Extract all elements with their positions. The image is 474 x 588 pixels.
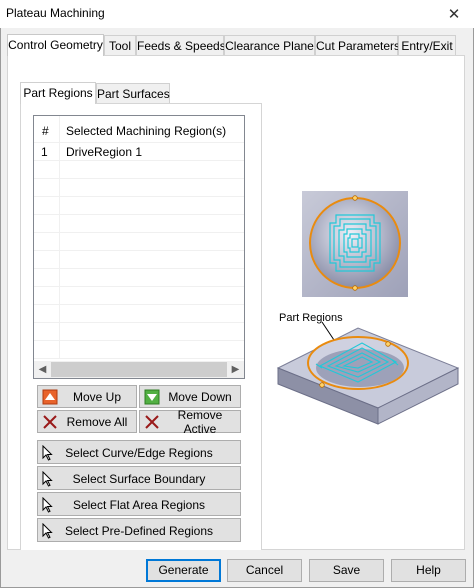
title-bar: Plateau Machining ✕ bbox=[0, 0, 474, 28]
select-predefined-button[interactable]: Select Pre-Defined Regions bbox=[37, 518, 241, 542]
arrow-down-icon bbox=[144, 389, 160, 405]
iso-view-illustration bbox=[276, 321, 460, 425]
tab-feeds-speeds[interactable]: Feeds & Speeds bbox=[136, 35, 226, 55]
select-flat-area-button[interactable]: Select Flat Area Regions bbox=[37, 492, 241, 516]
help-button[interactable]: Help bbox=[391, 559, 466, 582]
generate-button[interactable]: Generate bbox=[146, 559, 221, 582]
tab-part-surfaces[interactable]: Part Surfaces bbox=[96, 83, 170, 103]
remove-x-icon bbox=[145, 415, 159, 429]
tab-control-geometry[interactable]: Control Geometry bbox=[7, 34, 104, 56]
window-title: Plateau Machining bbox=[6, 6, 105, 20]
tab-tool[interactable]: Tool bbox=[104, 35, 136, 55]
move-up-label: Move Up bbox=[72, 389, 122, 404]
top-view-illustration bbox=[302, 191, 408, 297]
close-icon[interactable]: ✕ bbox=[434, 0, 474, 28]
table-row[interactable]: 1 DriveRegion 1 bbox=[34, 142, 244, 161]
select-surface-boundary-button[interactable]: Select Surface Boundary bbox=[37, 466, 241, 490]
column-header-number: # bbox=[42, 124, 49, 138]
move-down-button[interactable]: Move Down bbox=[139, 385, 241, 408]
scroll-left-icon[interactable]: ◀ bbox=[34, 361, 51, 378]
remove-all-label: Remove All bbox=[66, 414, 128, 429]
row-number: 1 bbox=[41, 145, 48, 159]
move-up-button[interactable]: Move Up bbox=[37, 385, 137, 408]
cancel-button[interactable]: Cancel bbox=[227, 559, 302, 582]
scroll-right-icon[interactable]: ▶ bbox=[227, 361, 244, 378]
arrow-up-icon bbox=[42, 389, 58, 405]
remove-x-icon bbox=[43, 415, 57, 429]
tab-part-regions[interactable]: Part Regions bbox=[20, 82, 96, 104]
remove-active-label: Remove Active bbox=[177, 407, 223, 436]
tab-clearance-plane[interactable]: Clearance Plane bbox=[224, 35, 315, 55]
remove-active-button[interactable]: Remove Active bbox=[139, 407, 241, 436]
tab-entry-exit[interactable]: Entry/Exit bbox=[398, 35, 456, 55]
remove-all-button[interactable]: Remove All bbox=[37, 410, 137, 433]
column-header-region: Selected Machining Region(s) bbox=[66, 124, 227, 138]
horizontal-scrollbar[interactable]: ◀ ▶ bbox=[34, 361, 244, 378]
tab-cut-parameters[interactable]: Cut Parameters bbox=[315, 35, 400, 55]
save-button[interactable]: Save bbox=[309, 559, 384, 582]
scroll-thumb[interactable] bbox=[51, 362, 227, 377]
select-curve-edge-button[interactable]: Select Curve/Edge Regions bbox=[37, 440, 241, 464]
region-list[interactable]: # Selected Machining Region(s) 1 DriveRe… bbox=[33, 115, 245, 379]
move-down-label: Move Down bbox=[168, 389, 232, 404]
list-header: # Selected Machining Region(s) bbox=[34, 116, 244, 143]
row-region-name: DriveRegion 1 bbox=[66, 145, 143, 159]
